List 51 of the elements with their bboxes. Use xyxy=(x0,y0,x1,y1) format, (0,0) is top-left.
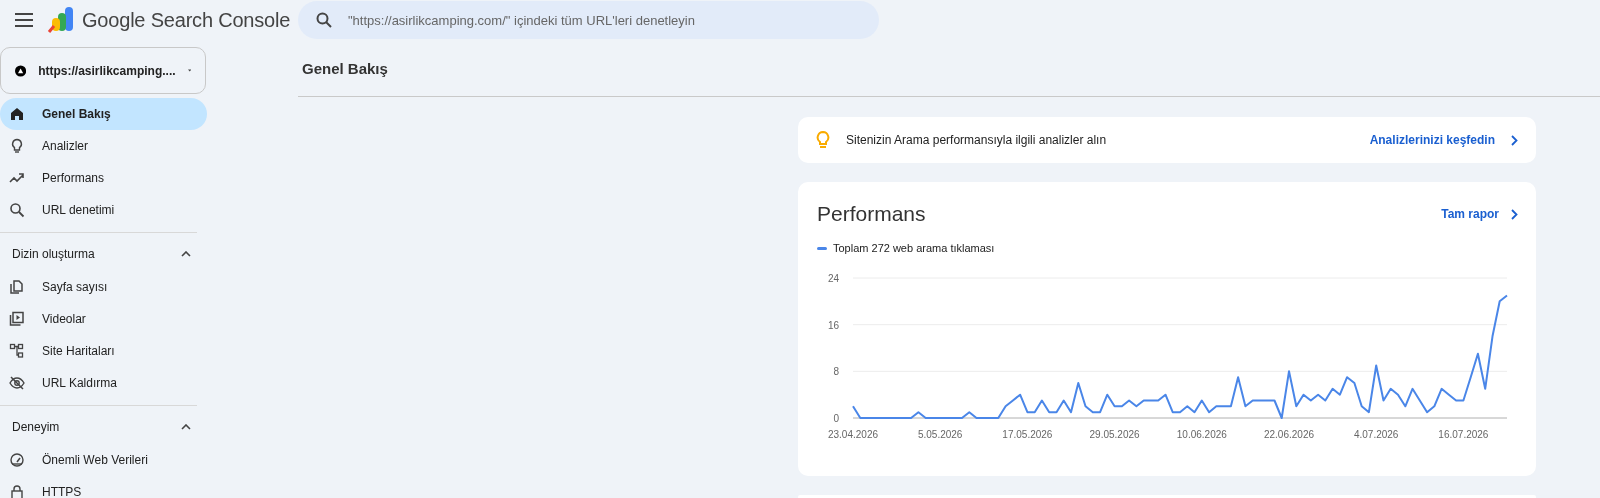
nav-item[interactable]: Analizler xyxy=(0,130,207,162)
page-title: Genel Bakış xyxy=(302,59,388,77)
nav-item[interactable]: Sayfa sayısı xyxy=(0,271,197,303)
pages-icon xyxy=(9,279,25,295)
y-tick-label: 16 xyxy=(827,319,839,331)
nav-item[interactable]: URL Kaldırma xyxy=(0,367,197,399)
insights-text: Sitenizin Arama performansıyla ilgili analizler alın xyxy=(846,133,1108,147)
x-tick-label: 16.07.2026 xyxy=(1438,429,1489,440)
nav-item[interactable]: URL denetimi xyxy=(0,194,207,226)
x-tick-label: 17.05.2026 xyxy=(1002,429,1053,440)
search-icon xyxy=(9,202,25,218)
nav-item[interactable]: HTTPS xyxy=(0,476,197,498)
x-tick-label: 5.05.2026 xyxy=(917,429,963,440)
search-field[interactable]: "https://asirlikcamping.com/" içindeki tüm URL'leri denetleyin xyxy=(298,1,879,39)
card-title: Performans xyxy=(817,202,926,226)
lock-icon xyxy=(9,484,25,498)
eye-slash-icon xyxy=(9,375,25,391)
y-tick-label: 8 xyxy=(833,366,839,378)
nav-item[interactable]: Performans xyxy=(0,162,207,194)
legend-label: Toplam 272 web arama tıklaması xyxy=(833,242,995,254)
chevron-up-icon xyxy=(181,424,191,430)
caret-icon xyxy=(187,68,191,73)
x-tick-label: 10.06.2026 xyxy=(1176,429,1227,440)
nav-item[interactable]: Genel Bakış xyxy=(0,98,207,130)
menu-icon[interactable] xyxy=(15,13,33,27)
property-selector[interactable]: https://asirlikcamping.... xyxy=(0,47,206,94)
lightbulb-icon xyxy=(816,131,830,149)
nav-item[interactable]: Site Haritaları xyxy=(0,335,197,367)
video-icon xyxy=(9,311,25,327)
app-title: Google Search Console xyxy=(82,8,291,32)
x-tick-label: 22.06.2026 xyxy=(1263,429,1315,440)
y-tick-label: 0 xyxy=(833,413,839,424)
logo-icon xyxy=(46,7,76,33)
sitemap-icon xyxy=(9,343,25,359)
home-icon xyxy=(9,106,25,122)
explore-insights-link[interactable]: Analizlerinizi keşfedin xyxy=(1369,133,1495,147)
x-tick-label: 23.04.2026 xyxy=(827,429,879,440)
chevron-right-icon xyxy=(1511,134,1518,146)
search-icon xyxy=(316,12,332,28)
full-report-link[interactable]: Tam rapor xyxy=(1441,207,1499,221)
section-header[interactable]: Dizin oluşturma xyxy=(0,237,197,271)
y-tick-label: 24 xyxy=(827,273,839,284)
lightbulb-icon xyxy=(9,138,25,154)
chevron-up-icon xyxy=(181,251,191,257)
section-header[interactable]: Deneyim xyxy=(0,410,197,444)
gauge-icon xyxy=(9,452,25,468)
chevron-right-icon xyxy=(1511,208,1518,220)
x-tick-label: 29.05.2026 xyxy=(1089,429,1140,440)
x-tick-label: 4.07.2026 xyxy=(1353,429,1399,440)
nav-item[interactable]: Videolar xyxy=(0,303,197,335)
nav-item[interactable]: Önemli Web Verileri xyxy=(0,444,197,476)
